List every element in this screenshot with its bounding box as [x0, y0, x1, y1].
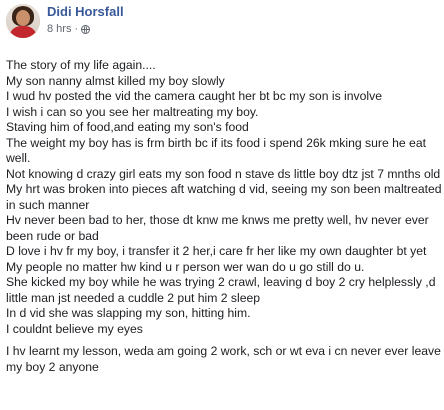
post-line: Not knowing d crazy girl eats my son foo…	[6, 166, 441, 181]
post-line: I wud hv posted the vid the camera caugh…	[6, 89, 382, 103]
post-line: I couldnt believe my eyes	[6, 321, 143, 336]
author-avatar[interactable]	[6, 4, 40, 38]
post-line: The story of my life again....	[6, 58, 156, 72]
globe-icon[interactable]	[81, 24, 91, 34]
post-line: My people no matter hw kind u r person w…	[6, 259, 365, 274]
post-line: Staving him of food,and eating my son's …	[6, 120, 249, 134]
post-line: She kicked my boy while he was trying 2 …	[6, 275, 436, 305]
post-line: In d vid she was slapping my son, hittin…	[6, 306, 251, 320]
post-last-paragraph: I hv learnt my lesson, weda am going 2 w…	[6, 344, 441, 374]
post-line: The weight my boy has is frm birth bc if…	[6, 135, 426, 166]
post-line: D love i hv fr my boy, i transfer it 2 h…	[6, 244, 427, 258]
post-meta: 8 hrs ·	[47, 23, 91, 35]
author-name[interactable]: Didi Horsfall	[47, 4, 124, 19]
post-body: The story of my life again.... My son na…	[6, 58, 442, 375]
post-timestamp[interactable]: 8 hrs	[47, 23, 71, 35]
post-header: Didi Horsfall 8 hrs ·	[0, 0, 444, 52]
post-line: Hv never been bad to her, those dt knw m…	[6, 213, 429, 243]
post-line: My hrt was broken into pieces aft watchi…	[6, 182, 442, 212]
meta-separator: ·	[74, 23, 79, 35]
post-line: I wish i can so you see her maltreating …	[6, 104, 259, 119]
post-line: My son nanny almst killed my boy slowly	[6, 73, 225, 88]
facebook-post: Didi Horsfall 8 hrs · The story of my li…	[0, 0, 444, 410]
